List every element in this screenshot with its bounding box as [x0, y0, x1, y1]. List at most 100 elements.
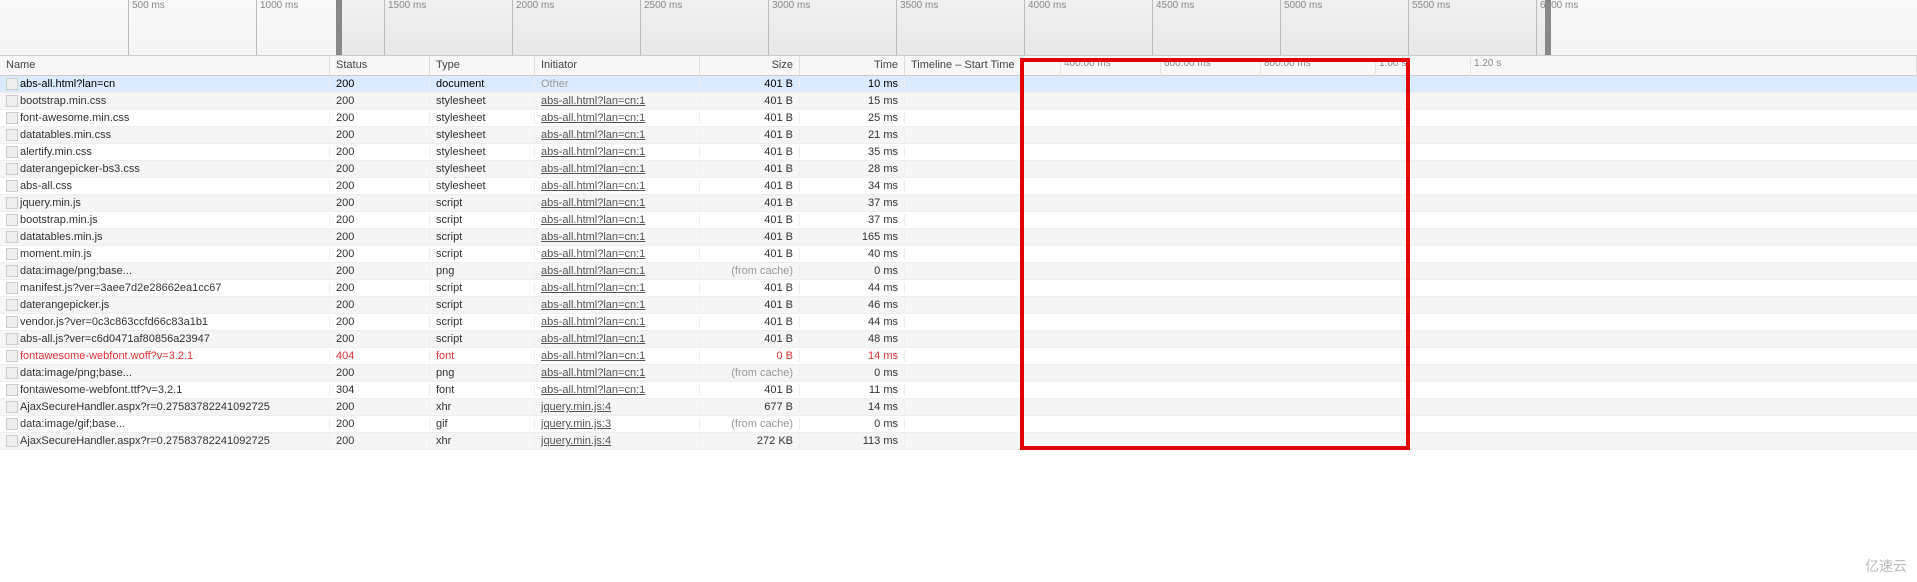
- status-cell: 200: [330, 316, 430, 328]
- initiator-link[interactable]: abs-all.html?lan=cn:1: [541, 180, 645, 192]
- status-cell: 200: [330, 367, 430, 379]
- size-cell: (from cache): [700, 265, 800, 277]
- col-header-name[interactable]: Name: [0, 56, 330, 75]
- request-name: daterangepicker.js: [20, 299, 109, 311]
- initiator-link[interactable]: abs-all.html?lan=cn:1: [541, 282, 645, 294]
- type-cell: font: [430, 384, 535, 396]
- file-icon: [6, 384, 18, 396]
- network-row[interactable]: abs-all.js?ver=c6d0471af80856a23947200sc…: [0, 331, 1917, 348]
- time-cell: 35 ms: [800, 146, 905, 158]
- initiator-link[interactable]: abs-all.html?lan=cn:1: [541, 95, 645, 107]
- initiator-link[interactable]: abs-all.html?lan=cn:1: [541, 248, 645, 260]
- file-icon: [6, 112, 18, 124]
- waterfall-tick: 400.00 ms: [1060, 58, 1111, 76]
- type-cell: xhr: [430, 435, 535, 447]
- initiator-link[interactable]: abs-all.html?lan=cn:1: [541, 231, 645, 243]
- type-cell: script: [430, 248, 535, 260]
- network-row[interactable]: fontawesome-webfont.ttf?v=3.2.1304fontab…: [0, 382, 1917, 399]
- request-name: AjaxSecureHandler.aspx?r=0.2758378224109…: [20, 401, 270, 413]
- initiator-link[interactable]: jquery.min.js:4: [541, 401, 611, 413]
- type-cell: script: [430, 214, 535, 226]
- initiator-link[interactable]: abs-all.html?lan=cn:1: [541, 350, 645, 362]
- network-row[interactable]: fontawesome-webfont.woff?v=3.2.1404fonta…: [0, 348, 1917, 365]
- size-cell: 401 B: [700, 316, 800, 328]
- request-name: abs-all.html?lan=cn: [20, 78, 115, 90]
- file-icon: [6, 265, 18, 277]
- type-cell: gif: [430, 418, 535, 430]
- network-row[interactable]: data:image/png;base...200pngabs-all.html…: [0, 263, 1917, 280]
- network-row[interactable]: bootstrap.min.css200stylesheetabs-all.ht…: [0, 93, 1917, 110]
- file-icon: [6, 333, 18, 345]
- type-cell: stylesheet: [430, 146, 535, 158]
- network-row[interactable]: datatables.min.css200stylesheetabs-all.h…: [0, 127, 1917, 144]
- time-cell: 15 ms: [800, 95, 905, 107]
- initiator-link[interactable]: jquery.min.js:4: [541, 435, 611, 447]
- time-cell: 40 ms: [800, 248, 905, 260]
- range-handle-left[interactable]: [336, 0, 342, 55]
- request-name: bootstrap.min.css: [20, 95, 106, 107]
- initiator-link[interactable]: abs-all.html?lan=cn:1: [541, 316, 645, 328]
- network-row[interactable]: abs-all.css200stylesheetabs-all.html?lan…: [0, 178, 1917, 195]
- network-row[interactable]: manifest.js?ver=3aee7d2e28662ea1cc67200s…: [0, 280, 1917, 297]
- status-cell: 200: [330, 418, 430, 430]
- network-row[interactable]: bootstrap.min.js200scriptabs-all.html?la…: [0, 212, 1917, 229]
- type-cell: stylesheet: [430, 163, 535, 175]
- initiator-link[interactable]: abs-all.html?lan=cn:1: [541, 214, 645, 226]
- initiator-link[interactable]: abs-all.html?lan=cn:1: [541, 265, 645, 277]
- request-name: manifest.js?ver=3aee7d2e28662ea1cc67: [20, 282, 222, 294]
- timeline-overview[interactable]: 500 ms1000 ms1500 ms2000 ms2500 ms3000 m…: [0, 0, 1917, 56]
- col-header-status[interactable]: Status: [330, 56, 430, 75]
- initiator-link[interactable]: abs-all.html?lan=cn:1: [541, 384, 645, 396]
- initiator-link[interactable]: abs-all.html?lan=cn:1: [541, 163, 645, 175]
- col-header-size[interactable]: Size: [700, 56, 800, 75]
- initiator-link[interactable]: abs-all.html?lan=cn:1: [541, 299, 645, 311]
- col-header-time[interactable]: Time: [800, 56, 905, 75]
- request-name: font-awesome.min.css: [20, 112, 129, 124]
- size-cell: 401 B: [700, 231, 800, 243]
- overview-tick: 2000 ms: [512, 0, 554, 55]
- size-cell: 401 B: [700, 78, 800, 90]
- initiator-link[interactable]: abs-all.html?lan=cn:1: [541, 129, 645, 141]
- file-icon: [6, 401, 18, 413]
- size-cell: 401 B: [700, 282, 800, 294]
- initiator-link[interactable]: abs-all.html?lan=cn:1: [541, 197, 645, 209]
- request-name: daterangepicker-bs3.css: [20, 163, 140, 175]
- col-header-initiator[interactable]: Initiator: [535, 56, 700, 75]
- network-row[interactable]: daterangepicker.js200scriptabs-all.html?…: [0, 297, 1917, 314]
- network-row[interactable]: abs-all.html?lan=cn200documentOther401 B…: [0, 76, 1917, 93]
- status-cell: 200: [330, 435, 430, 447]
- network-row[interactable]: data:image/gif;base...200gifjquery.min.j…: [0, 416, 1917, 433]
- initiator-link[interactable]: abs-all.html?lan=cn:1: [541, 112, 645, 124]
- initiator-link[interactable]: abs-all.html?lan=cn:1: [541, 367, 645, 379]
- file-icon: [6, 95, 18, 107]
- size-cell: 401 B: [700, 248, 800, 260]
- file-icon: [6, 129, 18, 141]
- size-cell: 401 B: [700, 95, 800, 107]
- initiator-link[interactable]: abs-all.html?lan=cn:1: [541, 146, 645, 158]
- initiator-link[interactable]: jquery.min.js:3: [541, 418, 611, 430]
- size-cell: 272 KB: [700, 435, 800, 447]
- network-row[interactable]: moment.min.js200scriptabs-all.html?lan=c…: [0, 246, 1917, 263]
- range-handle-right[interactable]: [1545, 0, 1551, 55]
- network-row[interactable]: data:image/png;base...200pngabs-all.html…: [0, 365, 1917, 382]
- status-cell: 200: [330, 197, 430, 209]
- col-header-type[interactable]: Type: [430, 56, 535, 75]
- status-cell: 200: [330, 146, 430, 158]
- status-cell: 200: [330, 231, 430, 243]
- type-cell: stylesheet: [430, 180, 535, 192]
- file-icon: [6, 197, 18, 209]
- network-row[interactable]: jquery.min.js200scriptabs-all.html?lan=c…: [0, 195, 1917, 212]
- network-row[interactable]: font-awesome.min.css200stylesheetabs-all…: [0, 110, 1917, 127]
- network-row[interactable]: daterangepicker-bs3.css200stylesheetabs-…: [0, 161, 1917, 178]
- overview-tick: 5000 ms: [1280, 0, 1322, 55]
- overview-tick: 3000 ms: [768, 0, 810, 55]
- size-cell: 401 B: [700, 333, 800, 345]
- network-row[interactable]: AjaxSecureHandler.aspx?r=0.2758378224109…: [0, 399, 1917, 416]
- time-cell: 34 ms: [800, 180, 905, 192]
- network-row[interactable]: vendor.js?ver=0c3c863ccfd66c83a1b1200scr…: [0, 314, 1917, 331]
- network-row[interactable]: AjaxSecureHandler.aspx?r=0.2758378224109…: [0, 433, 1917, 450]
- initiator-link[interactable]: abs-all.html?lan=cn:1: [541, 333, 645, 345]
- network-row[interactable]: datatables.min.js200scriptabs-all.html?l…: [0, 229, 1917, 246]
- network-row[interactable]: alertify.min.css200stylesheetabs-all.htm…: [0, 144, 1917, 161]
- overview-tick: 6000 ms: [1536, 0, 1578, 55]
